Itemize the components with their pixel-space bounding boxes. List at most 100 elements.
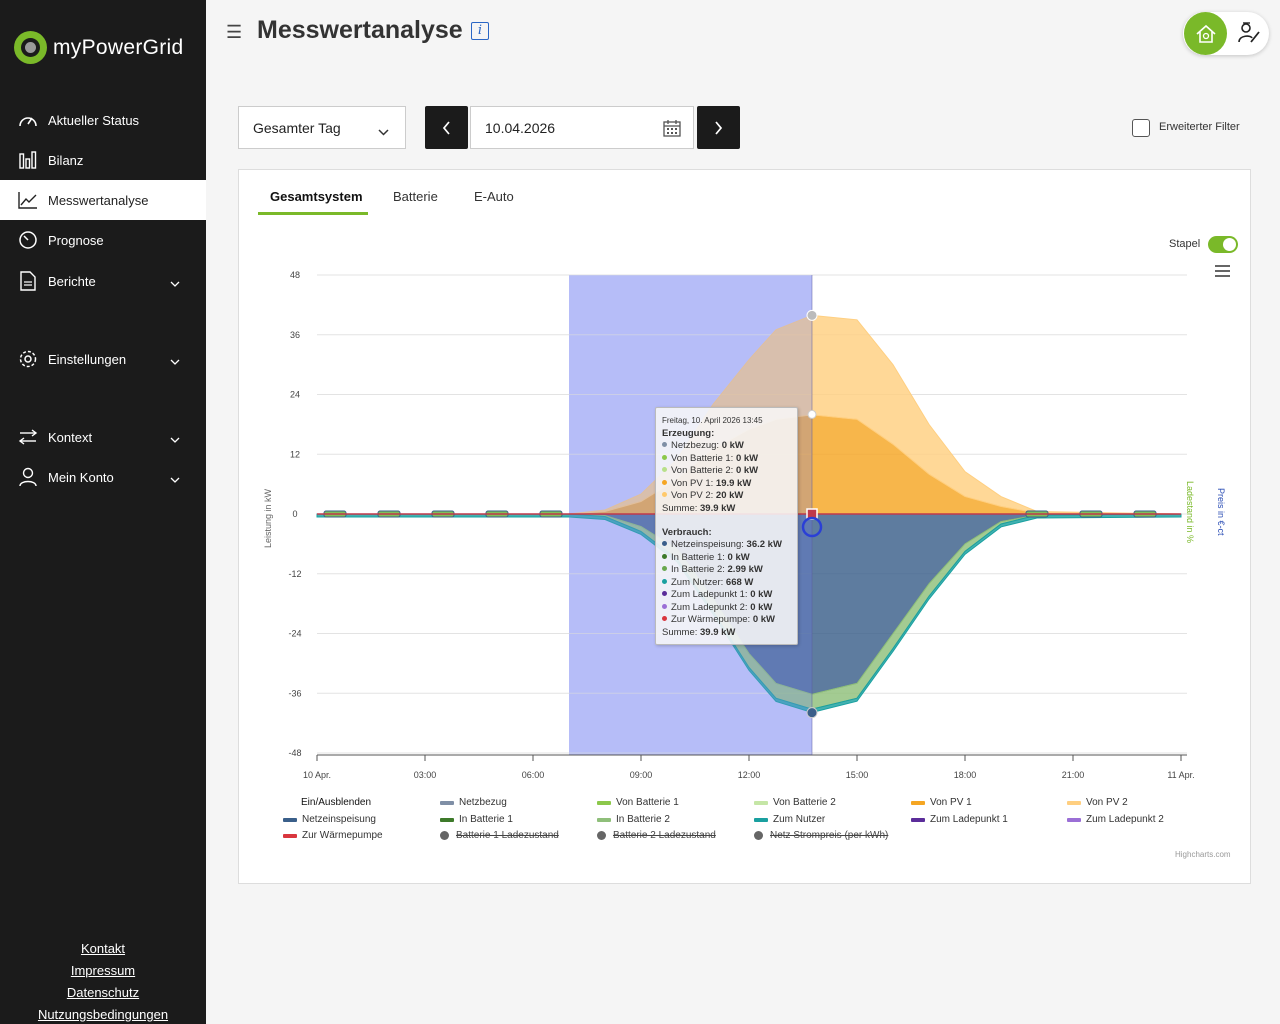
y-tick-label: 12 bbox=[290, 449, 300, 459]
y-tick-label: -48 bbox=[288, 748, 301, 758]
sidebar-item-aktueller-status[interactable]: Aktueller Status bbox=[0, 100, 206, 140]
series-dot bbox=[662, 442, 667, 447]
legend-marker bbox=[1067, 800, 1081, 805]
user-edit-button[interactable] bbox=[1232, 16, 1266, 50]
x-tick-label: 21:00 bbox=[1062, 770, 1085, 780]
legend-item[interactable]: In Batterie 1 bbox=[440, 814, 513, 825]
footer-link-impressum[interactable]: Impressum bbox=[0, 962, 206, 984]
chevron-down-icon bbox=[170, 471, 180, 486]
user-edit-icon bbox=[1238, 22, 1260, 43]
sidebar-item-kontext[interactable]: Kontext bbox=[0, 417, 206, 457]
legend-item[interactable]: Zum Ladepunkt 1 bbox=[911, 814, 1008, 825]
period-select-value: Gesamter Tag bbox=[253, 119, 341, 136]
legend-marker bbox=[911, 800, 925, 805]
legend-item[interactable]: Zum Nutzer bbox=[754, 814, 825, 825]
tab-batterie[interactable]: Batterie bbox=[393, 189, 438, 204]
legend-item[interactable]: Zum Ladepunkt 2 bbox=[1067, 814, 1164, 825]
logo-icon bbox=[14, 31, 47, 64]
tooltip-consumption-title: Verbrauch: bbox=[662, 527, 712, 538]
date-field[interactable]: 10.04.2026 bbox=[470, 106, 694, 149]
advanced-filter-checkbox[interactable] bbox=[1132, 119, 1150, 137]
home-settings-button[interactable] bbox=[1184, 12, 1227, 55]
y-tick-label: -12 bbox=[288, 569, 301, 579]
series-dot bbox=[662, 553, 667, 559]
hover-marker bbox=[806, 707, 818, 719]
period-select[interactable]: Gesamter Tag bbox=[238, 106, 406, 149]
tooltip-row: Zum Ladepunkt 2: 0 kW bbox=[662, 602, 791, 615]
timer-icon bbox=[18, 230, 38, 250]
sidebar-item-prognose[interactable]: Prognose bbox=[0, 220, 206, 260]
series-dot bbox=[662, 603, 667, 609]
app-name: myPowerGrid bbox=[53, 35, 184, 59]
next-day-button[interactable] bbox=[697, 106, 740, 149]
series-dot bbox=[662, 578, 667, 584]
legend-item[interactable]: Von Batterie 2 bbox=[754, 797, 836, 808]
series-dot bbox=[662, 467, 667, 472]
legend-item[interactable]: Netzbezug bbox=[440, 797, 507, 808]
tooltip-row: Zum Ladepunkt 1: 0 kW bbox=[662, 589, 791, 602]
chart-tooltip: Freitag, 10. April 2026 13:45 Erzeugung:… bbox=[655, 407, 798, 645]
page-title: Messwertanalyse bbox=[257, 16, 463, 44]
tooltip-row: Von PV 2: 20 kW bbox=[662, 490, 791, 503]
legend-item[interactable]: Von Batterie 1 bbox=[597, 797, 679, 808]
info-icon[interactable]: i bbox=[471, 22, 489, 40]
hamburger-menu-icon[interactable]: ☰ bbox=[226, 22, 242, 43]
line-chart-icon bbox=[18, 190, 38, 210]
sidebar-item-bilanz[interactable]: Bilanz bbox=[0, 140, 206, 180]
calendar-icon[interactable] bbox=[663, 120, 681, 140]
app-logo[interactable]: myPowerGrid bbox=[14, 31, 184, 64]
footer-link-datenschutz[interactable]: Datenschutz bbox=[0, 984, 206, 1006]
y-axis-right-title-soc: Ladestand in % bbox=[1185, 481, 1195, 544]
tooltip-sum-label: Summe: bbox=[662, 502, 698, 514]
legend-item[interactable]: Netz Strompreis (per kWh) bbox=[754, 830, 888, 841]
series-dot bbox=[662, 566, 667, 571]
legend-marker bbox=[283, 817, 297, 822]
legend-item[interactable]: In Batterie 2 bbox=[597, 814, 670, 825]
x-tick-label: 18:00 bbox=[954, 770, 977, 780]
tooltip-row: Von Batterie 2: 0 kW bbox=[662, 465, 791, 478]
footer-link-nutzungsbedingungen[interactable]: Nutzungsbedingungen bbox=[0, 1006, 206, 1024]
tab-e-auto[interactable]: E-Auto bbox=[474, 189, 514, 204]
series-dot bbox=[662, 541, 667, 546]
y-axis-title: Leistung in kW bbox=[263, 488, 273, 548]
tooltip-sum-value: 39.9 kW bbox=[700, 502, 736, 514]
legend-item[interactable]: Von PV 1 bbox=[911, 797, 972, 808]
sidebar-item-label: Einstellungen bbox=[48, 351, 127, 367]
chart-credits[interactable]: Highcharts.com bbox=[1175, 850, 1231, 859]
sidebar-item-messwertanalyse[interactable]: Messwertanalyse bbox=[0, 180, 206, 220]
legend-marker bbox=[440, 800, 454, 805]
legend-marker bbox=[597, 831, 606, 840]
sidebar-item-mein-konto[interactable]: Mein Konto bbox=[0, 457, 206, 497]
legend-item[interactable]: Netzeinspeisung bbox=[283, 814, 376, 825]
tab-gesamtsystem[interactable]: Gesamtsystem bbox=[270, 189, 363, 204]
legend-item[interactable]: Batterie 2 Ladezustand bbox=[597, 830, 716, 841]
x-tick-label: 15:00 bbox=[846, 770, 869, 780]
legend-item[interactable]: Zur Wärmepumpe bbox=[283, 830, 383, 841]
legend-item[interactable]: Batterie 1 Ladezustand bbox=[440, 830, 559, 841]
active-tab-indicator bbox=[258, 212, 368, 215]
tooltip-row: Netzeinspeisung: 36.2 kW bbox=[662, 539, 791, 552]
legend-marker bbox=[440, 831, 449, 840]
tooltip-generation-title: Erzeugung: bbox=[662, 428, 715, 439]
sidebar-item-label: Prognose bbox=[48, 232, 104, 248]
document-icon bbox=[18, 271, 38, 291]
chevron-left-icon bbox=[442, 120, 450, 135]
sidebar-item-einstellungen[interactable]: Einstellungen bbox=[0, 339, 206, 379]
y-tick-label: 36 bbox=[290, 330, 300, 340]
chevron-down-icon bbox=[170, 275, 180, 290]
footer-links: Kontakt Impressum Datenschutz Nutzungsbe… bbox=[0, 940, 206, 1024]
legend-marker bbox=[1067, 817, 1081, 822]
legend-title: Ein/Ausblenden bbox=[301, 797, 372, 808]
x-tick-label: 09:00 bbox=[630, 770, 653, 780]
chevron-down-icon bbox=[170, 353, 180, 368]
legend-item[interactable]: Von PV 2 bbox=[1067, 797, 1128, 808]
tooltip-row: Von PV 1: 19.9 kW bbox=[662, 478, 791, 491]
sidebar-item-label: Mein Konto bbox=[48, 469, 114, 485]
footer-link-kontakt[interactable]: Kontakt bbox=[0, 940, 206, 962]
series-dot bbox=[662, 454, 667, 460]
previous-day-button[interactable] bbox=[425, 106, 468, 149]
tooltip-sum-label: Summe: bbox=[662, 626, 698, 638]
sidebar-item-berichte[interactable]: Berichte bbox=[0, 261, 206, 301]
legend-marker bbox=[754, 800, 768, 805]
tooltip-row: Von Batterie 1: 0 kW bbox=[662, 453, 791, 466]
